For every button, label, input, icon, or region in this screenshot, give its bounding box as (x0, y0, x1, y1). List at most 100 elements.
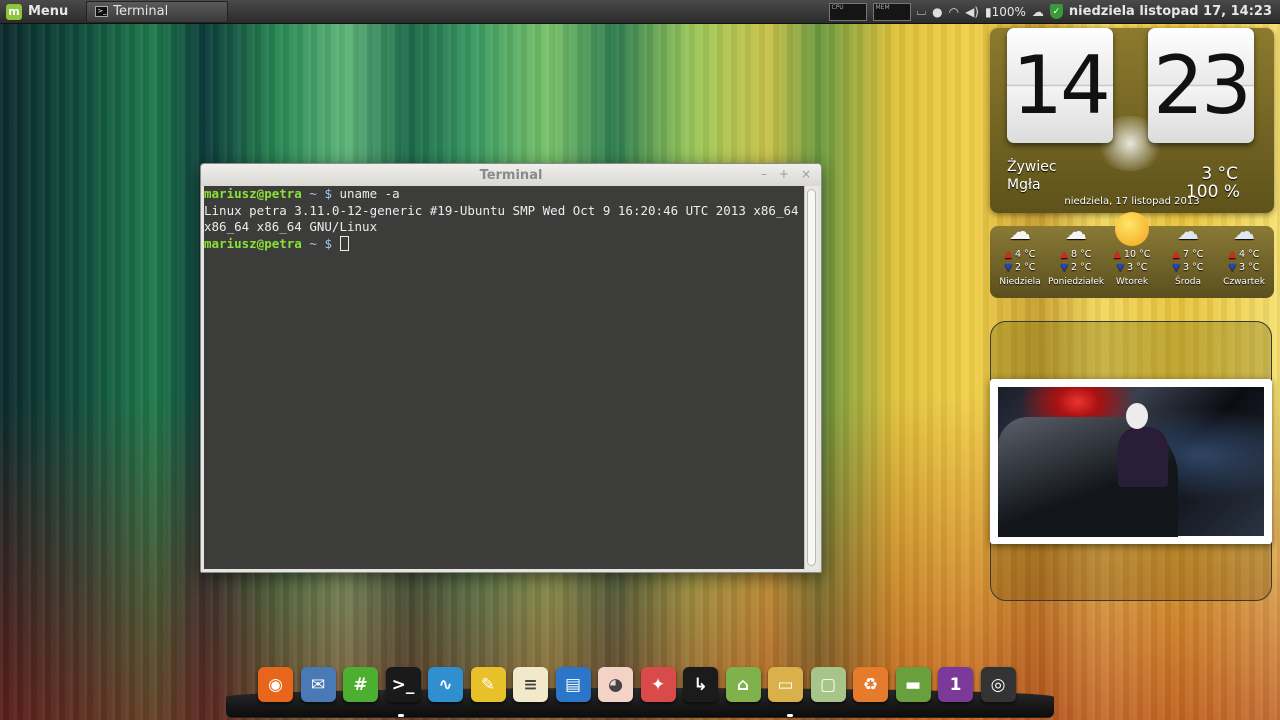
close-button[interactable]: × (801, 167, 811, 181)
down-arrow-icon: ▼ (1228, 262, 1236, 273)
terminal-titlebar[interactable]: Terminal – + × (201, 164, 821, 186)
battery-indicator[interactable]: ▮100% (985, 5, 1026, 19)
running-indicator (398, 714, 404, 717)
terminal-window: Terminal – + × mariusz@petra ~ $ uname -… (200, 163, 822, 573)
dock-workspace-switcher-icon[interactable]: 1 (938, 667, 973, 702)
forecast-high: 4 °C (1014, 249, 1036, 260)
forecast-day-name: Wtorek (1115, 277, 1149, 287)
up-arrow-icon: ▲ (1228, 249, 1236, 260)
weather-tray-icon[interactable]: ☁ (1032, 5, 1044, 19)
forecast-day: ☁ ▲ 4 °C ▼ 2 °C Niedziela (992, 220, 1048, 298)
forecast-day-name: Czwartek (1223, 277, 1265, 287)
running-indicator (787, 714, 793, 717)
maximize-button[interactable]: + (779, 167, 789, 181)
forecast-low: 3 °C (1182, 262, 1204, 273)
update-manager-shield-icon[interactable]: ✓ (1049, 4, 1063, 19)
down-arrow-icon: ▼ (1060, 262, 1068, 273)
forecast-icon: ☁ (1216, 218, 1272, 246)
top-panel: m Menu >_ Terminal CPU MEM ⌴ ● ◠ ◀) ▮100… (0, 0, 1280, 24)
dock-media-folder-icon[interactable]: ▭ (768, 667, 803, 702)
dock: ◉ ✉ # >_ ∿ ✎ ≡ ▤ ◕ ✦ ↳ ⌂ ▭ ▢ ♻ ▬ 1 ◎ (258, 667, 1016, 703)
forecast-day: ☁ ▲ 7 °C ▼ 3 °C Środa (1160, 220, 1216, 298)
weather-forecast[interactable]: ☁ ▲ 4 °C ▼ 2 °C Niedziela ☁ ▲ 8 °C ▼ 2 °C Ponie… (990, 212, 1274, 298)
dock-trash-icon[interactable]: ♻ (853, 667, 888, 702)
dock-notes-icon[interactable]: ≡ (513, 667, 548, 702)
dock-home-folder-icon[interactable]: ⌂ (725, 667, 761, 702)
dock-eye-of-gnome-icon[interactable]: ◕ (598, 667, 633, 702)
prompt-user: mariusz@petra (204, 235, 302, 251)
dock-files-folder-icon[interactable]: ▢ (810, 667, 846, 702)
user-icon[interactable]: ● (932, 5, 942, 19)
forecast-temps: ▲ 7 °C ▼ 3 °C (1160, 248, 1216, 274)
prompt-dir: ~ (309, 186, 317, 201)
menu-button[interactable]: m Menu (0, 0, 82, 24)
dock-system-monitor-icon[interactable]: ∿ (428, 667, 463, 702)
forecast-day-name: Poniedziałek (1048, 277, 1105, 287)
dock-settings-tool-icon[interactable]: ✦ (640, 667, 676, 702)
forecast-icon: ☁ (1048, 218, 1104, 246)
weather-condition: Mgła (1007, 177, 1041, 193)
weather-city: Żywiec (1007, 159, 1057, 175)
dock-thunderbird-icon[interactable]: ✉ (300, 667, 336, 702)
up-arrow-icon: ▲ (1004, 249, 1012, 260)
clock-hour: 14 (1007, 28, 1113, 143)
forecast-temps: ▲ 8 °C ▼ 2 °C (1048, 248, 1104, 274)
terminal-text[interactable]: mariusz@petra ~ $ uname -a Linux petra 3… (204, 186, 804, 569)
memory-graph[interactable]: MEM (872, 2, 911, 21)
dock-firefox-icon[interactable]: ◉ (258, 667, 293, 702)
snow-icon: ☁ (1177, 219, 1199, 245)
scrollbar-thumb[interactable] (807, 189, 816, 566)
forecast-day: ▲ 10 °C ▼ 3 °C Wtorek (1104, 212, 1160, 298)
forecast-low: 3 °C (1126, 262, 1148, 273)
forecast-temps: ▲ 4 °C ▼ 3 °C (1216, 248, 1272, 274)
up-arrow-icon: ▲ (1060, 249, 1068, 260)
panel-clock[interactable]: niedziela listopad 17, 14:23 (1069, 4, 1272, 19)
dock-writer-icon[interactable]: ▤ (555, 667, 591, 702)
dock-speaker-icon[interactable]: ◎ (980, 667, 1016, 702)
cloud-icon: ☁ (1009, 219, 1031, 245)
terminal-scrollbar[interactable] (804, 186, 818, 569)
photo-figure-face (1126, 403, 1148, 429)
dock-terminal-icon[interactable]: >_ (385, 667, 421, 702)
command-text: uname -a (339, 186, 400, 201)
forecast-day: ☁ ▲ 4 °C ▼ 3 °C Czwartek (1216, 220, 1272, 298)
forecast-high: 7 °C (1182, 249, 1204, 260)
dock-hexchat-icon[interactable]: # (343, 667, 378, 702)
prompt-user: mariusz@petra (204, 186, 302, 201)
keyboard-icon[interactable]: ⌴ (917, 4, 927, 19)
photo-figure-body (1118, 427, 1168, 487)
down-arrow-icon: ▼ (1004, 262, 1012, 273)
prompt-symbol: $ (324, 235, 332, 251)
taskbar-item-terminal[interactable]: >_ Terminal (86, 0, 229, 23)
weather-temperature: 3 °C (1201, 164, 1238, 184)
battery-percent: 100% (991, 4, 1026, 19)
sun-icon (1115, 212, 1149, 246)
dock-text-editor-icon[interactable]: ✎ (470, 667, 506, 702)
up-arrow-icon: ▲ (1113, 249, 1121, 260)
photo[interactable] (990, 379, 1272, 544)
clock-weather-widget[interactable]: 14 23 Żywiec Mgła 3 °C 100 % niedziela, … (990, 28, 1274, 213)
battery-icon: ▮ (985, 4, 992, 19)
dock-xterm-icon[interactable]: ↳ (683, 667, 718, 702)
forecast-icon: ☁ (1160, 218, 1216, 246)
forecast-temps: ▲ 10 °C ▼ 3 °C (1104, 248, 1160, 274)
terminal-content[interactable]: mariusz@petra ~ $ uname -a Linux petra 3… (204, 186, 818, 569)
forecast-temps: ▲ 4 °C ▼ 2 °C (992, 248, 1048, 274)
forecast-high: 10 °C (1123, 249, 1151, 260)
cpu-graph[interactable]: CPU (828, 2, 867, 21)
forecast-icon (1104, 212, 1160, 246)
forecast-high: 8 °C (1070, 249, 1092, 260)
minimize-button[interactable]: – (761, 167, 767, 181)
forecast-low: 3 °C (1238, 262, 1260, 273)
forecast-low: 2 °C (1014, 262, 1036, 273)
wifi-icon[interactable]: ◠ (949, 5, 959, 19)
forecast-high: 4 °C (1238, 249, 1260, 260)
terminal-icon: >_ (95, 6, 109, 17)
volume-icon[interactable]: ◀) (965, 5, 979, 19)
dock-desktop-folder-icon[interactable]: ▬ (895, 667, 931, 702)
taskbar-item-label: Terminal (113, 4, 169, 19)
window-controls: – + × (761, 167, 811, 181)
forecast-day: ☁ ▲ 8 °C ▼ 2 °C Poniedziałek (1048, 220, 1105, 298)
menu-label: Menu (28, 4, 69, 19)
down-arrow-icon: ▼ (1116, 262, 1124, 273)
